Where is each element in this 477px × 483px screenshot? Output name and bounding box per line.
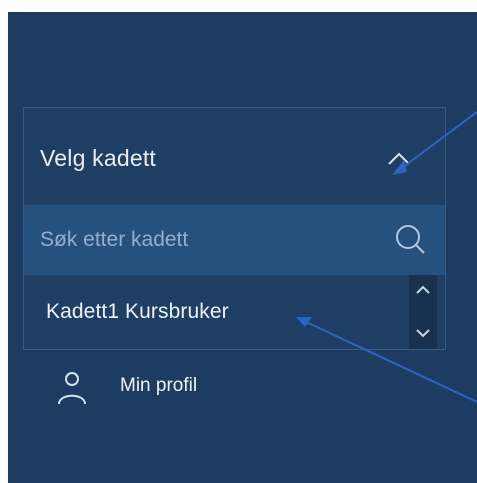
list-item[interactable]: Kadett1 Kursbruker: [24, 275, 409, 349]
search-input[interactable]: [40, 223, 370, 257]
user-icon: [58, 372, 86, 405]
chevron-up-icon[interactable]: [385, 146, 413, 170]
kadett-list: Kadett1 Kursbruker: [24, 275, 445, 349]
profile-link[interactable]: Min profil: [56, 367, 306, 411]
page: Velg kadett Kadett1 Kursbruker: [0, 0, 477, 483]
dropdown-label: Velg kadett: [40, 145, 157, 171]
scrollbar[interactable]: [409, 275, 437, 349]
kadett-selector-dropdown: Velg kadett Kadett1 Kursbruker: [23, 107, 446, 350]
list-item-label: Kadett1 Kursbruker: [46, 300, 229, 323]
chevron-up-icon[interactable]: [413, 282, 433, 298]
dropdown-header[interactable]: Velg kadett: [24, 108, 445, 205]
profile-label: Min profil: [120, 375, 198, 396]
search-row: [24, 205, 445, 275]
search-icon[interactable]: [393, 222, 427, 256]
chevron-down-icon[interactable]: [413, 325, 433, 341]
